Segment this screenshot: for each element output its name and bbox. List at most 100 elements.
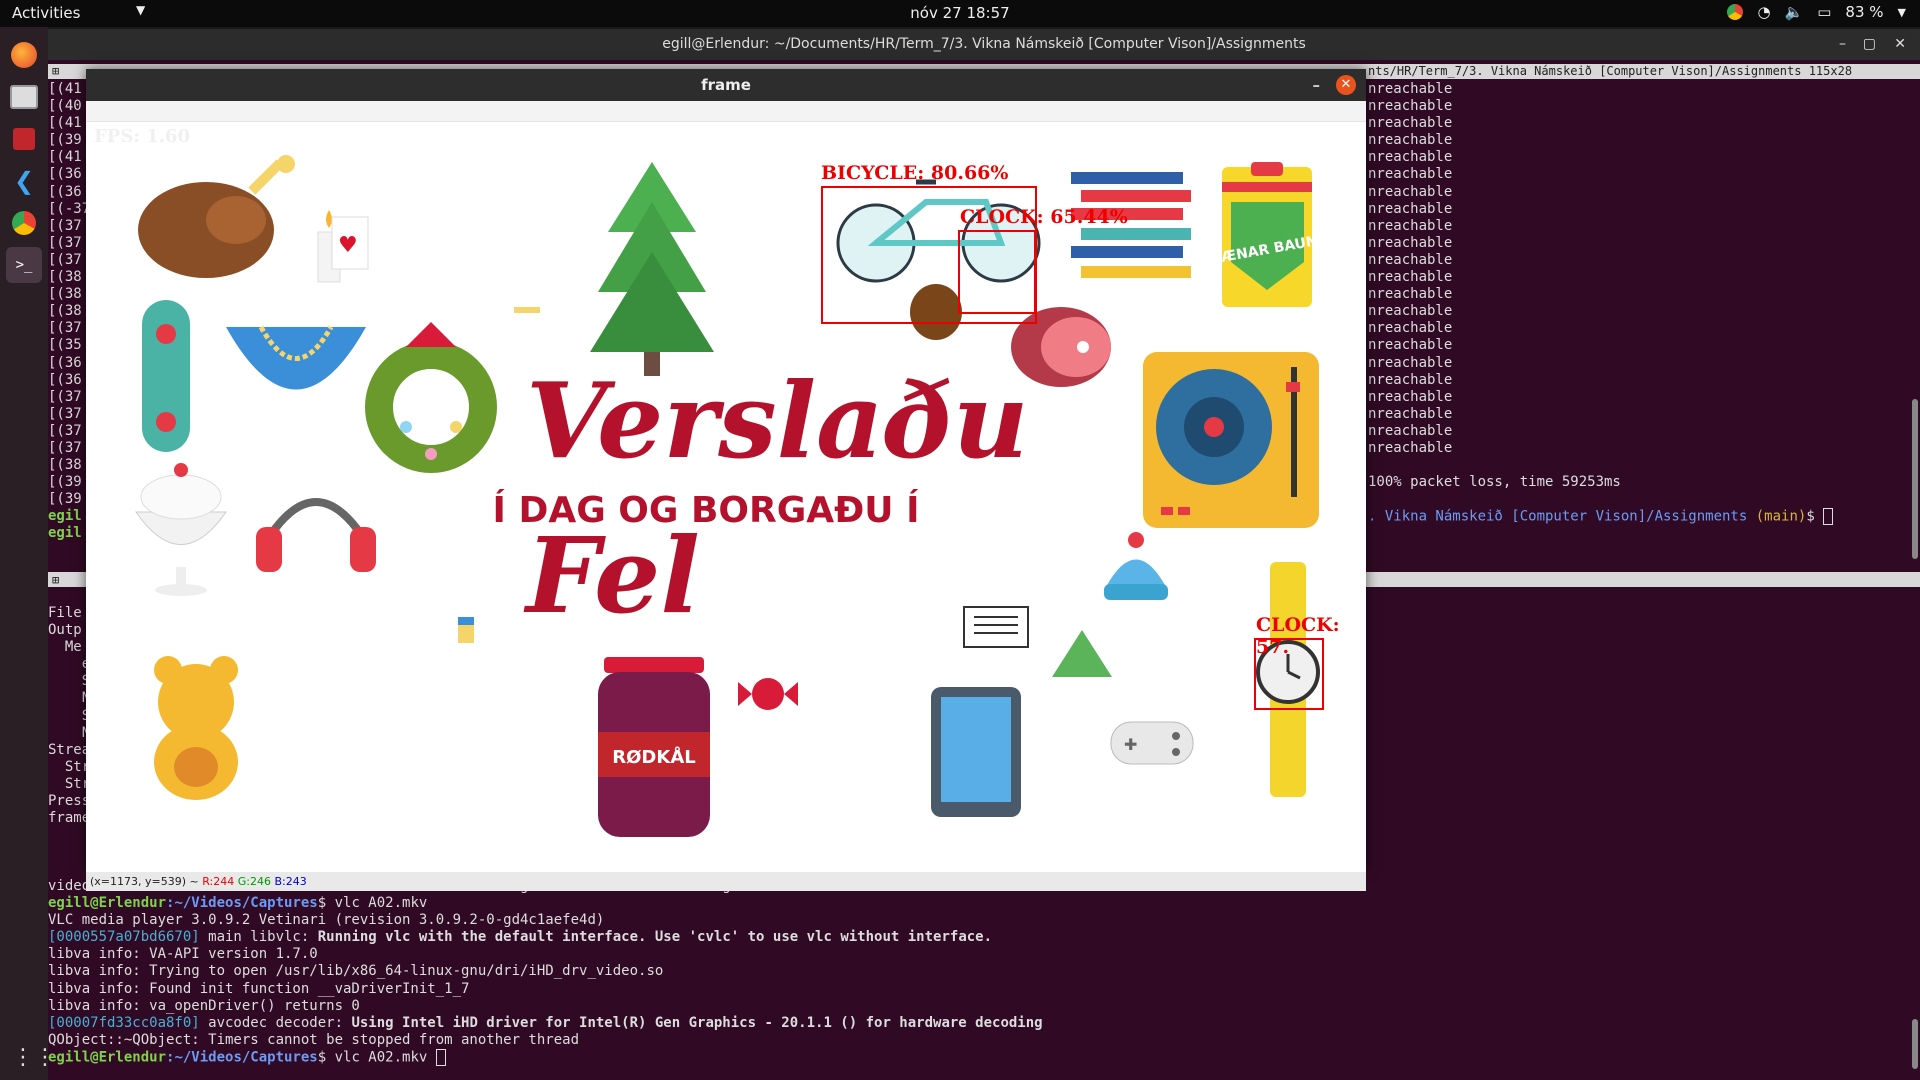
detection-label-bicycle: BICYCLE: 80.66% <box>821 162 1009 184</box>
prompt-path: . Vikna Námskeið [Computer Vison]/Assign… <box>1368 508 1748 525</box>
output-line: nreachable <box>1368 320 1453 337</box>
output-line: Str <box>48 758 91 775</box>
pane-icon[interactable]: ⊞ <box>52 572 59 589</box>
output-line: N <box>48 724 91 741</box>
prompt-path: :~/Videos/Captures <box>166 1049 318 1066</box>
battery-icon[interactable]: ▭ <box>1817 3 1831 21</box>
output-line: nreachable <box>1368 388 1453 405</box>
output-line: nreachable <box>1368 251 1453 268</box>
skateboard-icon <box>142 300 190 452</box>
close-icon[interactable]: ✕ <box>1894 29 1906 60</box>
output-line: [(36 <box>48 354 82 371</box>
scrollbar[interactable] <box>1912 1019 1918 1069</box>
log-address: [00007fd33cc0a8f0] <box>48 1014 200 1031</box>
prompt-user: egill@Erlendur <box>48 895 167 912</box>
output-line: nreachable <box>1368 98 1453 115</box>
output-line: nreachable <box>1368 132 1453 149</box>
files-icon[interactable] <box>6 79 42 115</box>
wreath-icon <box>365 322 497 473</box>
minimize-icon[interactable]: – <box>1839 29 1846 60</box>
output-line: libva info: va_openDriver() returns 0 <box>48 997 360 1014</box>
cursor <box>435 1048 446 1066</box>
maximize-icon[interactable]: ▢ <box>1863 29 1876 60</box>
frame-toolbar <box>86 101 1366 122</box>
output-line: [(41 <box>48 115 82 132</box>
prompt-end: $ <box>1806 508 1824 525</box>
volume-icon[interactable]: 🔈 <box>1785 3 1804 21</box>
output-line: File <box>48 605 82 621</box>
candy-stick-icon <box>514 307 540 313</box>
ping-summary: 100% packet loss, time 59253ms <box>1368 474 1621 491</box>
close-icon[interactable]: ✕ <box>1336 75 1356 95</box>
output-line: [0000557a07bd6670] main libvlc: Running … <box>48 929 1043 946</box>
vscode-icon[interactable]: ❮ <box>6 163 42 199</box>
wrapped-candy-icon <box>738 678 798 710</box>
wifi-icon[interactable]: ◔ <box>1757 3 1770 21</box>
output-line: [(37 <box>48 388 82 405</box>
video-canvas[interactable]: FPS: 1.60 ♥ GRÆNAR BAUNIR Verslaðu Í DAG… <box>86 122 1366 872</box>
system-tray[interactable]: ◔ 🔈 ▭ 83 % ▼ <box>1727 3 1906 21</box>
detection-label-clock: CLOCK: 65.44% <box>960 206 1128 228</box>
output-line: nreachable <box>1368 200 1453 217</box>
output-line: nreachable <box>1368 81 1453 97</box>
ad-headline: Verslaðu <box>526 359 1029 482</box>
output-line: nreachable <box>1368 303 1453 320</box>
frame-titlebar: frame – ✕ <box>86 69 1366 101</box>
output-line: S <box>48 707 91 724</box>
bottom-terminal-output: video:5521kB audio:352kB subtitle:0kB ot… <box>48 878 1043 1067</box>
output-line: [(37 <box>48 405 82 422</box>
output-line: [(38 <box>48 457 82 474</box>
sundae-icon <box>135 463 227 596</box>
output-line: egil <box>48 508 82 525</box>
output-line: [(39 <box>48 132 82 149</box>
firefox-icon[interactable] <box>6 37 42 73</box>
output-line: [(38 <box>48 269 82 286</box>
turntable-icon <box>1143 352 1319 528</box>
teddy-bear-icon <box>154 656 238 800</box>
frame-window[interactable]: frame – ✕ FPS: 1.60 ♥ GRÆNAR BAUNIR Vers… <box>86 69 1366 891</box>
prompt-path: :~/Videos/Captures <box>166 895 318 912</box>
presentation-app-icon[interactable] <box>6 121 42 157</box>
output-line: [(37 <box>48 217 82 234</box>
prompt-line[interactable]: egill@Erlendur:~/Videos/Captures$ vlc A0… <box>48 1048 1043 1067</box>
left-lower-output: File Outp Me e S N S N Strea Str Str Press f… <box>48 605 90 827</box>
terminal-title: egill@Erlendur: ~/Documents/HR/Term_7/3.… <box>662 36 1306 52</box>
pane-icon[interactable]: ⊞ <box>52 64 59 79</box>
output-line: libva info: Trying to open /usr/lib/x86_… <box>48 963 664 980</box>
top-bar: Activities ▼ nóv 27 18:57 ◔ 🔈 ▭ 83 % ▼ <box>0 0 1920 27</box>
output-line: e <box>48 656 91 673</box>
output-line: [(37 <box>48 234 82 251</box>
left-pane-output: [(41 [(40 [(41 [(39 [(41 [(36 [(36 [(-37 [(37 [(3… <box>48 81 90 543</box>
christmas-tree-icon <box>590 162 714 376</box>
output-line: [(36 <box>48 371 82 388</box>
pane-title: nts/HR/Term_7/3. Vikna Námskeið [Compute… <box>1368 64 1853 78</box>
output-line: nreachable <box>1368 234 1453 251</box>
output-line: [(41 <box>48 149 82 166</box>
scrollbar[interactable] <box>1912 399 1918 559</box>
output-line: Outp <box>48 622 82 639</box>
document-icon <box>963 606 1029 648</box>
clock[interactable]: nóv 27 18:57 <box>0 4 1920 22</box>
frame-title: frame <box>701 76 751 94</box>
log-source: avcodec decoder: <box>199 1014 352 1031</box>
prompt-line[interactable]: . Vikna Námskeið [Computer Vison]/Assign… <box>1368 508 1834 526</box>
prompt-cmd: $ vlc A02.mkv <box>317 895 428 912</box>
chrome-indicator-icon[interactable] <box>1727 4 1744 20</box>
output-line: [(37 <box>48 320 82 337</box>
minimize-icon[interactable]: – <box>1313 69 1321 101</box>
status-red: R:244 <box>202 875 235 888</box>
terminal-icon[interactable]: >_ <box>6 247 42 283</box>
status-green: G:246 <box>237 875 271 888</box>
output-line: libva info: VA-API version 1.7.0 <box>48 946 318 963</box>
battery-label: 83 % <box>1845 3 1884 21</box>
output-line: Strea <box>48 741 91 758</box>
output-line: [(35 <box>48 337 82 354</box>
output-line: QObject::~QObject: Timers cannot be stop… <box>48 1031 580 1048</box>
output-line: [(39 <box>48 474 82 491</box>
chrome-icon[interactable] <box>6 205 42 241</box>
peas-can-icon <box>1222 162 1312 307</box>
output-line: [00007fd33cc0a8f0] avcodec decoder: Usin… <box>48 1015 1043 1032</box>
chevron-down-icon[interactable]: ▼ <box>1898 6 1906 19</box>
detection-box-clock <box>958 230 1036 314</box>
output-line: Press <box>48 793 91 810</box>
